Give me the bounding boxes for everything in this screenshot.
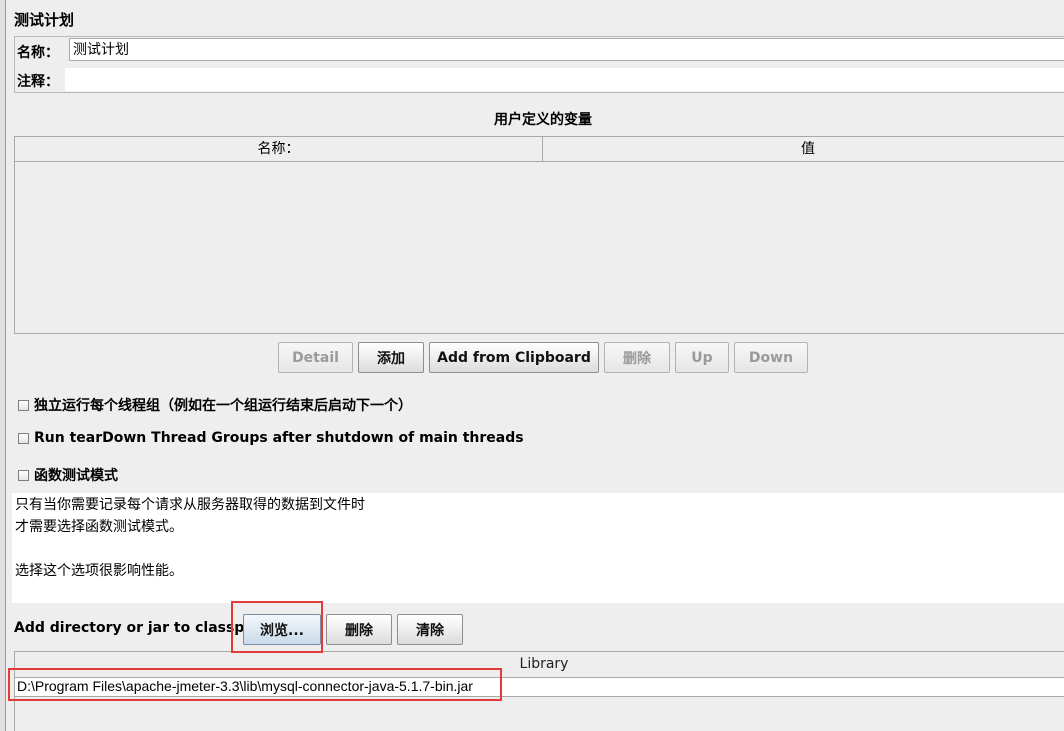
checkbox-icon[interactable] <box>18 432 29 444</box>
functional-mode-label: 函数测试模式 <box>34 468 118 484</box>
classpath-label: Add directory or jar to classpath <box>14 620 271 636</box>
table-row[interactable]: D:\Program Files\apache-jmeter-3.3\lib\m… <box>15 678 1064 697</box>
functional-mode-description: 只有当你需要记录每个请求从服务器取得的数据到文件时 才需要选择函数测试模式。 选… <box>12 493 1064 603</box>
name-input[interactable]: 测试计划 <box>69 38 1064 61</box>
up-button[interactable]: Up <box>675 342 729 373</box>
page-title: 测试计划 <box>14 11 75 29</box>
left-border <box>0 0 6 731</box>
user-variables-table[interactable]: 名称： 值 <box>14 136 1064 334</box>
description-line <box>15 538 1061 560</box>
down-button[interactable]: Down <box>734 342 808 373</box>
delete-variable-button[interactable]: 删除 <box>604 342 670 373</box>
checkbox-icon[interactable] <box>18 399 29 411</box>
name-label: 名称： <box>17 45 59 61</box>
detail-button[interactable]: Detail <box>278 342 353 373</box>
teardown-option[interactable]: Run tearDown Thread Groups after shutdow… <box>18 430 524 446</box>
user-variables-title: 用户定义的变量 <box>494 112 592 128</box>
column-header-name[interactable]: 名称： <box>15 137 543 162</box>
comment-label: 注释： <box>17 74 59 90</box>
delete-classpath-button[interactable]: 删除 <box>326 614 392 645</box>
column-header-value[interactable]: 值 <box>543 137 1064 162</box>
description-line: 才需要选择函数测试模式。 <box>15 519 183 535</box>
serialize-thread-groups-label: 独立运行每个线程组（例如在一个组运行结束后启动下一个） <box>34 398 412 414</box>
test-plan-fields: 名称： 测试计划 注释： <box>14 36 1064 93</box>
description-line: 只有当你需要记录每个请求从服务器取得的数据到文件时 <box>15 497 365 513</box>
add-button[interactable]: 添加 <box>358 342 424 373</box>
library-table[interactable]: Library D:\Program Files\apache-jmeter-3… <box>14 651 1064 731</box>
functional-mode-option[interactable]: 函数测试模式 <box>18 465 118 485</box>
library-column-header[interactable]: Library <box>15 652 1064 678</box>
teardown-label: Run tearDown Thread Groups after shutdow… <box>34 430 524 446</box>
table-header: 名称： 值 <box>15 137 1064 162</box>
browse-button[interactable]: 浏览... <box>243 614 321 645</box>
comment-input[interactable] <box>65 68 1064 91</box>
checkbox-icon[interactable] <box>18 469 29 481</box>
clear-classpath-button[interactable]: 清除 <box>397 614 463 645</box>
add-from-clipboard-button[interactable]: Add from Clipboard <box>429 342 599 373</box>
description-line: 选择这个选项很影响性能。 <box>15 563 183 579</box>
serialize-thread-groups-option[interactable]: 独立运行每个线程组（例如在一个组运行结束后启动下一个） <box>18 395 412 415</box>
